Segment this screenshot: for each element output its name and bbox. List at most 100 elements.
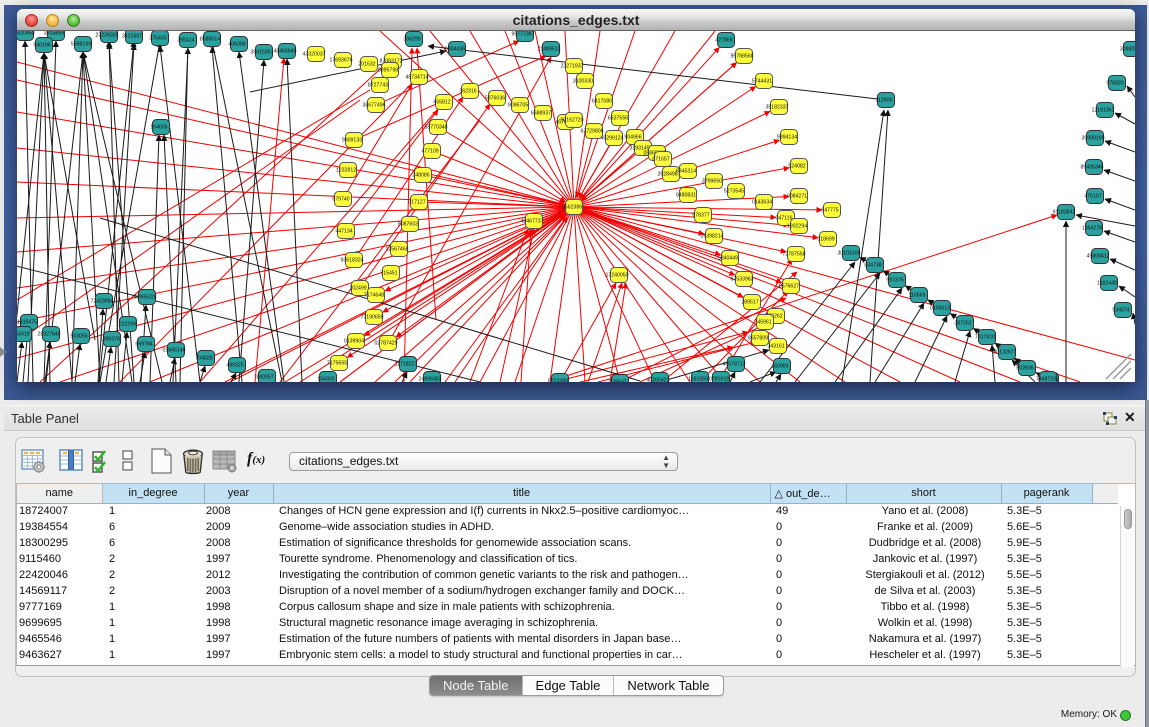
svg-text:90162720: 90162720: [560, 118, 583, 124]
svg-text:82620450: 82620450: [17, 31, 35, 37]
svg-text:880957: 880957: [256, 375, 273, 381]
svg-text:745961: 745961: [754, 320, 771, 326]
svg-text:85435346: 85435346: [1080, 165, 1103, 171]
svg-text:455812: 455812: [433, 100, 450, 106]
svg-text:6804436: 6804436: [445, 47, 465, 53]
svg-text:8657809: 8657809: [748, 336, 768, 342]
svg-text:48467737: 48467737: [520, 219, 543, 225]
svg-text:48465648: 48465648: [273, 49, 296, 55]
svg-text:28327648: 28327648: [37, 332, 60, 338]
svg-text:9894134: 9894134: [777, 135, 797, 141]
svg-text:0143634: 0143634: [752, 200, 772, 206]
svg-text:248086: 248086: [412, 173, 429, 179]
svg-text:679740: 679740: [332, 197, 349, 203]
svg-text:3421607: 3421607: [122, 34, 142, 40]
svg-text:534874: 534874: [1112, 308, 1129, 314]
svg-text:9096705: 9096705: [508, 103, 528, 109]
svg-text:35615951: 35615951: [250, 50, 273, 56]
svg-text:0576627: 0576627: [779, 284, 799, 290]
svg-text:3315869: 3315869: [44, 31, 64, 37]
svg-text:904966: 904966: [624, 135, 641, 141]
svg-text:7468723: 7468723: [1036, 377, 1056, 383]
svg-text:1354278: 1354278: [1082, 226, 1102, 232]
svg-text:5698169: 5698169: [71, 42, 91, 48]
svg-text:1012269: 1012269: [116, 322, 136, 328]
svg-text:0781618: 0781618: [709, 377, 729, 383]
svg-text:8895798: 8895798: [378, 68, 398, 74]
svg-text:406088: 406088: [228, 42, 245, 48]
svg-text:5840449: 5840449: [718, 256, 738, 262]
svg-text:1232812: 1232812: [336, 168, 356, 174]
svg-text:154303: 154303: [317, 377, 334, 383]
svg-text:678377: 678377: [692, 213, 709, 219]
svg-text:447134: 447134: [335, 229, 352, 235]
svg-text:72787558: 72787558: [782, 252, 805, 258]
svg-text:317127: 317127: [408, 200, 425, 206]
svg-text:524082: 524082: [788, 164, 805, 170]
svg-text:5876036: 5876036: [485, 96, 505, 102]
svg-text:5273545: 5273545: [724, 189, 744, 195]
svg-text:8727743: 8727743: [368, 83, 388, 89]
svg-text:375433: 375433: [149, 36, 166, 42]
svg-text:11718227: 11718227: [395, 362, 418, 368]
svg-text:35182337: 35182337: [765, 105, 788, 111]
svg-text:39909169: 39909169: [1081, 136, 1104, 142]
svg-text:427868: 427868: [715, 38, 732, 44]
svg-text:3799650: 3799650: [702, 179, 722, 185]
svg-text:5744431: 5744431: [752, 79, 772, 85]
svg-text:102499: 102499: [349, 286, 366, 292]
svg-text:365414: 365414: [177, 38, 194, 44]
svg-text:201632: 201632: [358, 62, 375, 68]
svg-text:12567468: 12567468: [385, 247, 408, 253]
svg-text:1161559: 1161559: [688, 377, 708, 383]
svg-text:24896383: 24896383: [418, 377, 441, 383]
svg-text:21489513: 21489513: [537, 47, 560, 53]
svg-text:489325: 489325: [226, 363, 243, 369]
svg-text:49808412: 49808412: [1086, 254, 1109, 260]
svg-text:7174648: 7174648: [364, 293, 384, 299]
svg-text:01845146: 01845146: [162, 348, 185, 354]
svg-text:838637: 838637: [609, 380, 626, 383]
svg-text:17240050: 17240050: [605, 273, 628, 279]
svg-text:940196: 940196: [33, 43, 50, 49]
svg-text:6688937: 6688937: [531, 111, 551, 117]
svg-text:503056: 503056: [70, 334, 87, 340]
svg-text:45299124: 45299124: [600, 136, 623, 142]
svg-text:997376: 997376: [886, 278, 903, 284]
svg-text:30103105: 30103105: [837, 251, 860, 257]
svg-text:362316: 362316: [459, 89, 476, 95]
svg-text:834738: 834738: [864, 263, 881, 269]
svg-text:1902294: 1902294: [787, 224, 807, 230]
svg-text:289517: 289517: [741, 300, 758, 306]
svg-text:387262: 387262: [954, 321, 971, 327]
svg-text:6945314: 6945314: [676, 169, 696, 175]
svg-text:17693676: 17693676: [329, 58, 352, 64]
svg-text:3100330: 3100330: [573, 79, 593, 85]
svg-text:0139904: 0139904: [344, 339, 364, 345]
svg-text:77190659: 77190659: [360, 315, 383, 321]
svg-text:1395376: 1395376: [100, 337, 120, 343]
svg-text:59770348: 59770348: [424, 125, 447, 131]
svg-text:5562386: 5562386: [562, 205, 582, 211]
svg-text:553419: 553419: [17, 332, 30, 338]
svg-text:0013389: 0013389: [548, 379, 568, 383]
svg-text:67533963: 67533963: [730, 277, 753, 283]
svg-text:343161: 343161: [767, 344, 784, 350]
svg-text:047116: 047116: [776, 216, 793, 222]
svg-text:62729806: 62729806: [580, 129, 603, 135]
svg-text:95777387: 95777387: [511, 32, 534, 38]
svg-text:12191361: 12191361: [1091, 108, 1114, 114]
svg-text:91183842: 91183842: [1053, 210, 1076, 216]
svg-text:46578713: 46578713: [722, 362, 745, 368]
svg-text:9909133: 9909133: [342, 138, 362, 144]
svg-text:8087603: 8087603: [398, 222, 418, 228]
svg-text:48734714: 48734714: [405, 75, 428, 81]
svg-text:7175655: 7175655: [327, 361, 347, 367]
svg-text:23271937: 23271937: [560, 64, 583, 70]
svg-text:947775: 947775: [821, 208, 838, 214]
svg-text:23226025: 23226025: [95, 33, 118, 39]
svg-text:715451: 715451: [380, 271, 397, 277]
svg-text:318699: 318699: [817, 237, 834, 243]
svg-text:477109: 477109: [421, 149, 438, 155]
svg-text:0106513: 0106513: [930, 306, 950, 312]
